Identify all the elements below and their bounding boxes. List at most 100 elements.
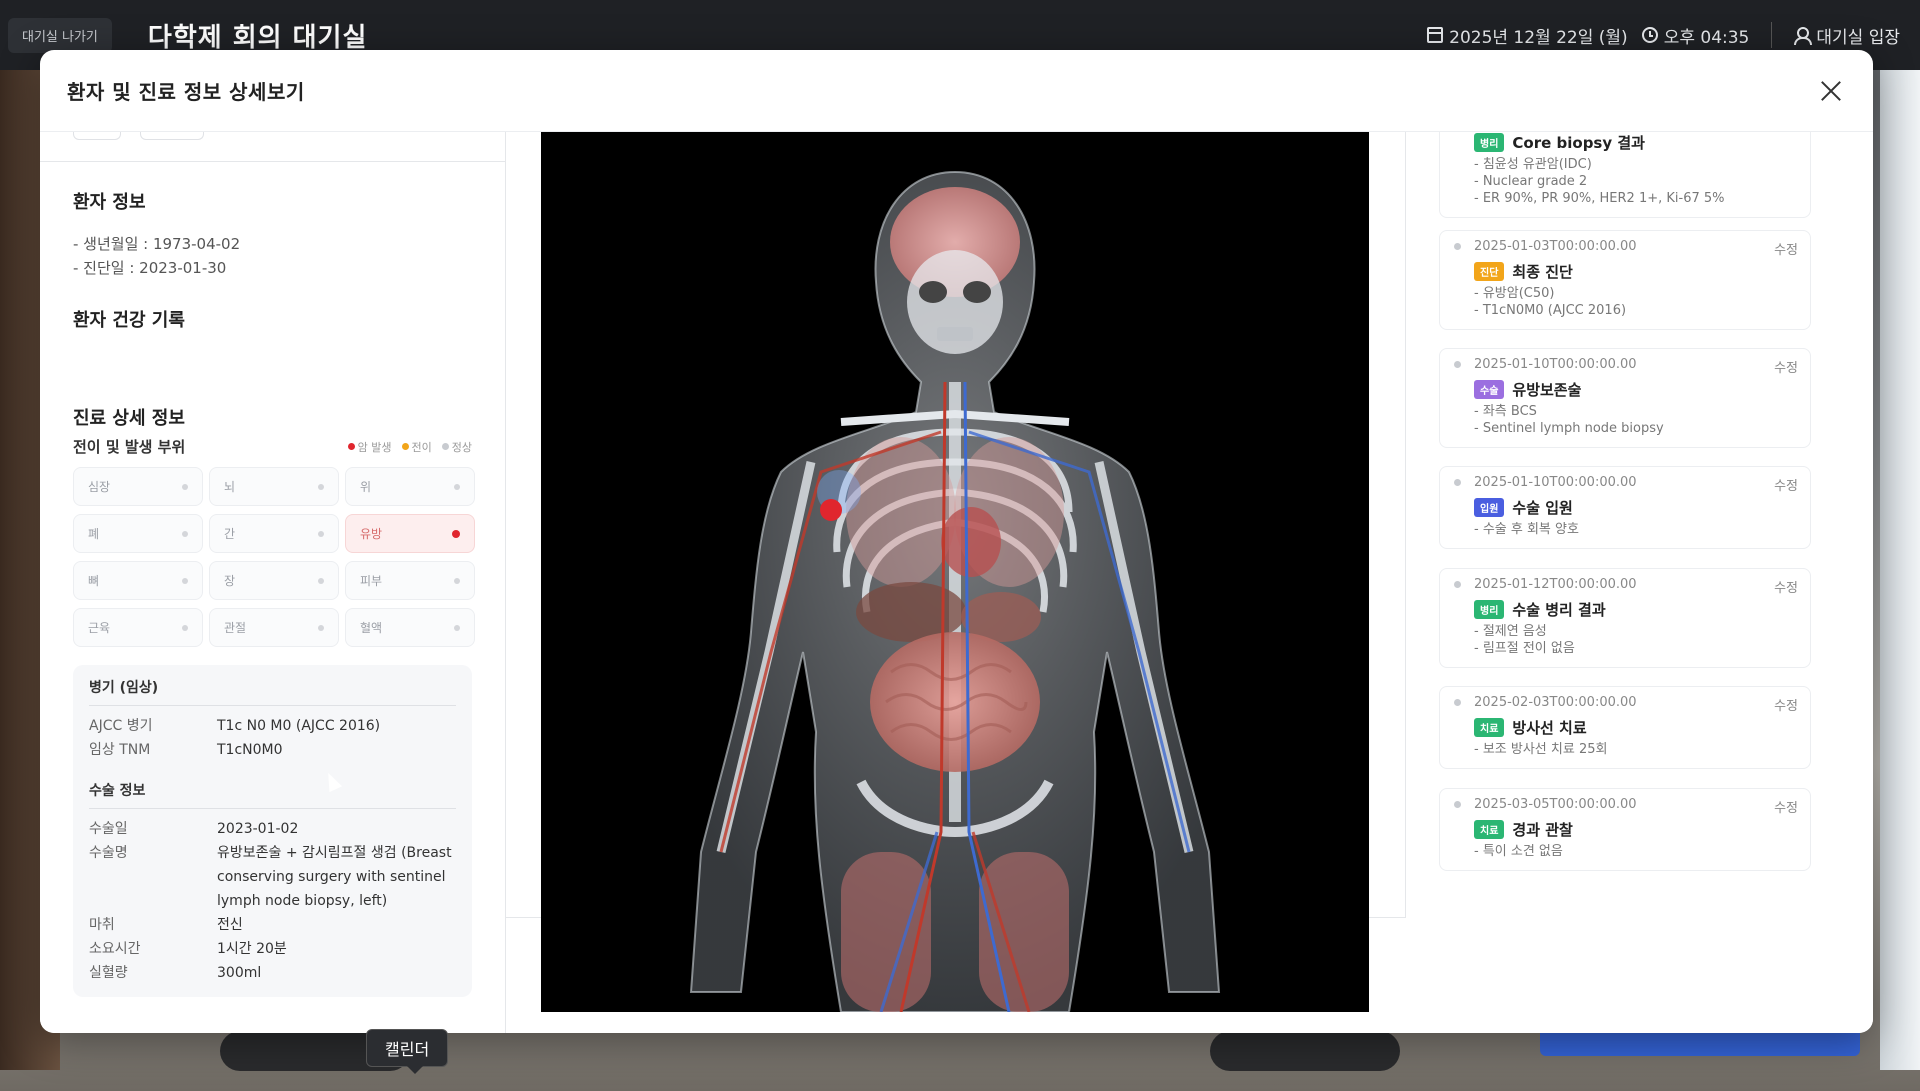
- timeline-title-text: 수술 입원: [1512, 499, 1573, 517]
- legend-item: 정상: [441, 439, 472, 455]
- care-detail-title: 진료 상세 정보: [73, 408, 185, 429]
- timeline-card[interactable]: 2025-01-03T00:00:00.00 수정 진단 최종 진단 - 유방암(C…: [1439, 230, 1811, 330]
- kv-key: 수술명: [89, 845, 128, 861]
- organ-heart[interactable]: 심장: [73, 467, 203, 506]
- site-legend: 암 발생 전이 정상: [347, 439, 472, 455]
- surgery-rows: 수술일 2023-01-02 수술명 유방보존술 + 감시림프절 생검 (Bre…: [89, 817, 456, 985]
- organ-bone[interactable]: 뼈: [73, 561, 203, 600]
- timeline-title: 병리 Core biopsy 결과: [1474, 132, 1798, 153]
- timeline-title-text: 수술 병리 결과: [1512, 601, 1606, 619]
- timeline-card[interactable]: 2025-02-03T00:00:00.00 수정 치료 방사선 치료 - 보조 방…: [1439, 686, 1811, 769]
- timeline-title-text: 최종 진단: [1512, 263, 1573, 281]
- timeline-tag: 병리: [1474, 133, 1505, 152]
- organ-breast[interactable]: 유방: [345, 514, 475, 553]
- organ-skin[interactable]: 피부: [345, 561, 475, 600]
- users-icon: [1794, 27, 1813, 45]
- kv-key: 실혈량: [89, 965, 128, 981]
- timeline-date: 2025-02-03T00:00:00.00: [1474, 695, 1637, 710]
- background-chair: [1210, 1031, 1400, 1071]
- edit-button[interactable]: 수정: [1774, 577, 1798, 596]
- kv-value: 유방보존술 + 감시림프절 생검 (Breast conserving surg…: [217, 845, 452, 909]
- edit-button[interactable]: 수정: [1774, 357, 1798, 376]
- surgery-title: 수술 정보: [89, 780, 456, 809]
- organ-liver[interactable]: 간: [209, 514, 339, 553]
- timeline-tag: 치료: [1474, 820, 1505, 839]
- enter-waiting-room-button[interactable]: 대기실 입장: [1794, 23, 1900, 48]
- timeline-notes: - 좌측 BCS - Sentinel lymph node biopsy: [1474, 404, 1664, 436]
- timeline-notes: - 특이 소견 없음: [1474, 844, 1563, 859]
- timeline-card[interactable]: 2025-01-10T00:00:00.00 수정 입원 수술 입원 - 수술 후 …: [1439, 466, 1811, 549]
- enter-label: 대기실 입장: [1816, 27, 1900, 48]
- legend-item: 암 발생: [347, 439, 392, 455]
- tumor-marker[interactable]: [820, 499, 842, 521]
- exit-waiting-room-button[interactable]: 대기실 나가기: [8, 17, 112, 53]
- app-title: 다학제 회의 대기실: [147, 22, 368, 53]
- timeline-title-text: Core biopsy 결과: [1512, 134, 1645, 152]
- timeline-tag: 진단: [1474, 262, 1505, 281]
- kv-key: 임상 TNM: [89, 742, 151, 758]
- edit-button[interactable]: 수정: [1774, 797, 1798, 816]
- kv-key: 수술일: [89, 821, 128, 837]
- kv-value: 2023-01-02: [217, 821, 299, 837]
- calendar-icon: [1427, 27, 1444, 43]
- edit-button[interactable]: 수정: [1774, 475, 1798, 494]
- close-icon[interactable]: [1816, 76, 1846, 106]
- kv-value: T1c N0 M0 (AJCC 2016): [217, 718, 381, 734]
- time-display: 오후 04:35: [1641, 23, 1750, 48]
- edit-button[interactable]: 수정: [1774, 695, 1798, 714]
- patient-detail-modal: 환자 및 진료 정보 상세보기 환자 정보 - 생년월일 : 1973-04-0…: [40, 50, 1873, 1033]
- organ-lung[interactable]: 폐: [73, 514, 203, 553]
- timeline-card[interactable]: 2025-01-10T00:00:00.00 수정 수술 유방보존술 - 좌측 BC…: [1439, 348, 1811, 448]
- calendar-tooltip: 캘린더: [366, 1029, 449, 1074]
- timeline-card-biopsy[interactable]: 병리 Core biopsy 결과 - 침윤성 유관암(IDC) - Nucle…: [1439, 132, 1811, 218]
- timeline-notes: - 침윤성 유관암(IDC) - Nuclear grade 2 - ER 90…: [1474, 157, 1725, 206]
- staging-surgery-box: 병기 (임상) AJCC 병기 T1c N0 M0 (AJCC 2016) 임상…: [73, 665, 472, 997]
- date-display: 2025년 12월 22일 (월): [1427, 23, 1628, 48]
- timeline-notes: - 보조 방사선 치료 25회: [1474, 742, 1608, 757]
- timeline-notes: - 수술 후 회복 양호: [1474, 522, 1579, 537]
- tab-stub-item[interactable]: [73, 132, 121, 140]
- timeline-date: 2025-03-05T00:00:00.00: [1474, 797, 1637, 812]
- anatomy-3d-viewer[interactable]: [541, 132, 1369, 1012]
- organ-blood[interactable]: 혈액: [345, 608, 475, 647]
- kv-key: 소요시간: [89, 941, 141, 957]
- anatomy-body-illustration: [689, 170, 1221, 1012]
- timeline-tag: 병리: [1474, 600, 1505, 619]
- timeline-tag: 치료: [1474, 718, 1505, 737]
- health-record-title: 환자 건강 기록: [73, 310, 185, 331]
- organ-muscle[interactable]: 근육: [73, 608, 203, 647]
- timeline-notes: - 절제연 음성 - 림프절 전이 없음: [1474, 624, 1575, 656]
- modal-header: 환자 및 진료 정보 상세보기: [40, 50, 1873, 132]
- left-info-panel[interactable]: 환자 정보 - 생년월일 : 1973-04-02 - 진단일 : 2023-0…: [40, 132, 506, 1033]
- organ-intestine[interactable]: 장: [209, 561, 339, 600]
- timeline-panel[interactable]: 병리 Core biopsy 결과 - 침윤성 유관암(IDC) - Nucle…: [1406, 132, 1873, 1033]
- divider: [1771, 22, 1773, 48]
- organ-joint[interactable]: 관절: [209, 608, 339, 647]
- clock-icon: [1641, 27, 1658, 43]
- timeline-date: 2025-01-12T00:00:00.00: [1474, 577, 1637, 592]
- modal-body: 환자 정보 - 생년월일 : 1973-04-02 - 진단일 : 2023-0…: [40, 132, 1873, 1033]
- organ-grid: 심장 뇌 위 폐 간 유방 뼈 장 피부 근육 관절 혈액: [73, 467, 475, 647]
- kv-key: 마취: [89, 917, 115, 933]
- date-text: 2025년 12월 22일 (월): [1449, 27, 1628, 48]
- timeline-card[interactable]: 2025-03-05T00:00:00.00 수정 치료 경과 관찰 - 특이 소견…: [1439, 788, 1811, 871]
- timeline-notes: - 유방암(C50) - T1cN0M0 (AJCC 2016): [1474, 286, 1627, 318]
- patient-info-title: 환자 정보: [73, 192, 146, 213]
- organ-stomach[interactable]: 위: [345, 467, 475, 506]
- kv-key: AJCC 병기: [89, 718, 153, 734]
- tab-stub-item[interactable]: [140, 132, 204, 140]
- patient-info-section: 환자 정보 - 생년월일 : 1973-04-02 - 진단일 : 2023-0…: [40, 188, 505, 647]
- tab-stub: [40, 132, 505, 162]
- sites-label: 전이 및 발생 부위: [73, 438, 186, 456]
- staging-rows: AJCC 병기 T1c N0 M0 (AJCC 2016) 임상 TNM T1c…: [89, 714, 456, 762]
- timeline-tag: 입원: [1474, 498, 1505, 517]
- organ-brain[interactable]: 뇌: [209, 467, 339, 506]
- legend-item: 전이: [401, 439, 432, 455]
- timeline-tag: 수술: [1474, 380, 1505, 399]
- timeline-date: 2025-01-10T00:00:00.00: [1474, 357, 1637, 372]
- time-text: 오후 04:35: [1663, 27, 1750, 48]
- sites-header: 전이 및 발생 부위 암 발생 전이 정상: [73, 436, 472, 457]
- modal-title: 환자 및 진료 정보 상세보기: [67, 80, 305, 104]
- timeline-card[interactable]: 2025-01-12T00:00:00.00 수정 병리 수술 병리 결과 - 절제…: [1439, 568, 1811, 668]
- edit-button[interactable]: 수정: [1774, 239, 1798, 258]
